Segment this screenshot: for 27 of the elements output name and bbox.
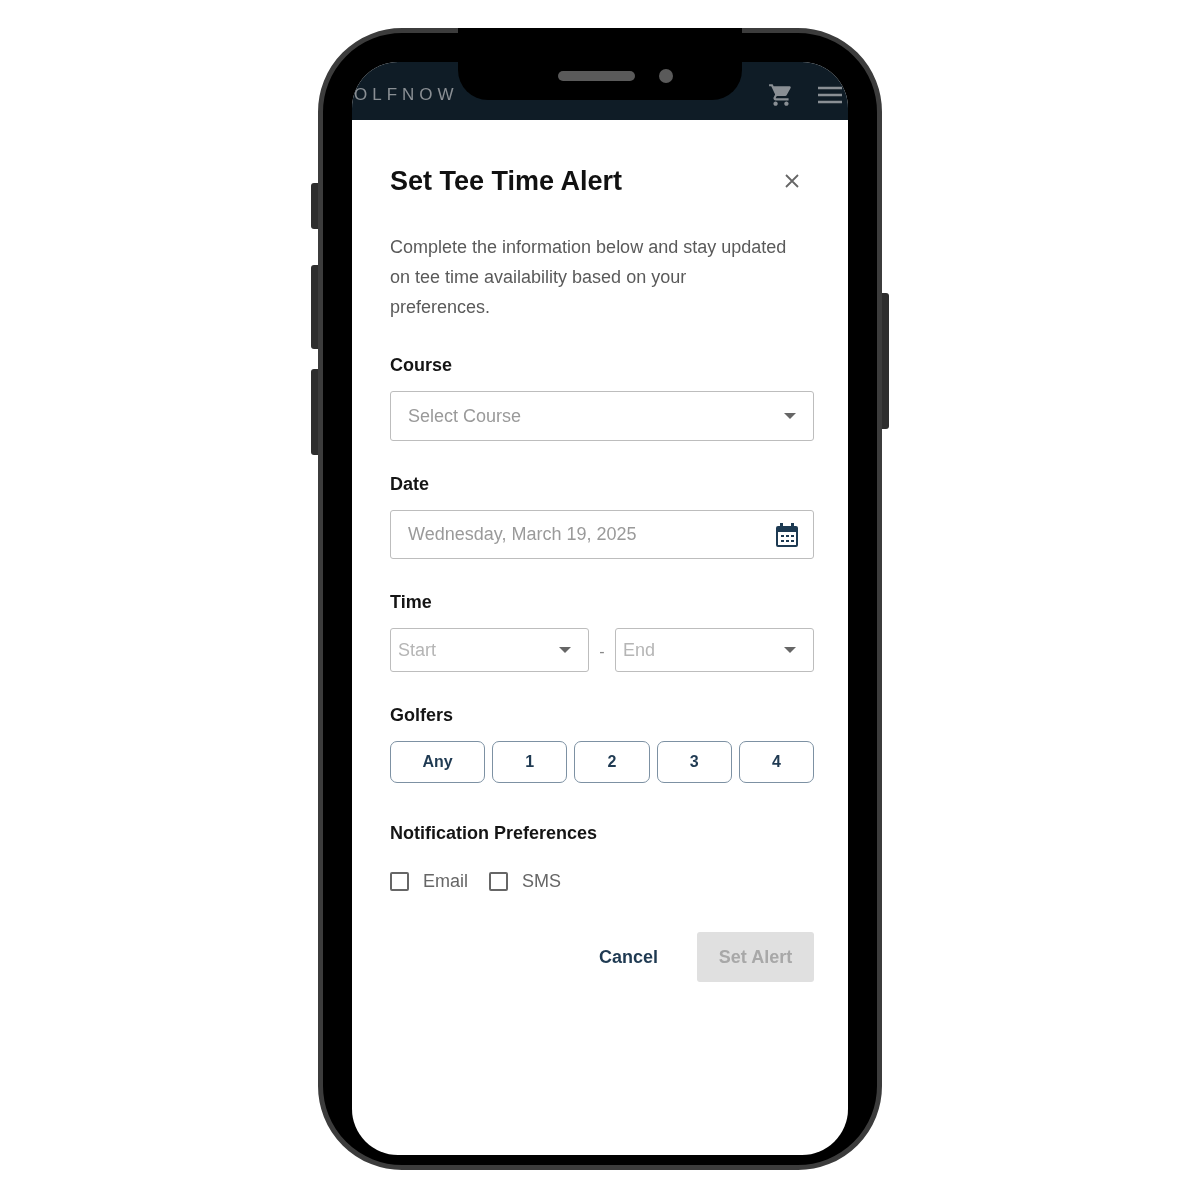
field-label: Course	[390, 354, 453, 376]
description-text: Complete the information below and stay updated on tee time availability based on your preferences.	[390, 236, 788, 319]
golfer-option[interactable]: 1	[492, 741, 568, 783]
golfer-option[interactable]: 3	[656, 741, 732, 783]
golfer-option[interactable]: Any	[390, 741, 485, 783]
golfer-option[interactable]: 2	[574, 741, 650, 783]
dialog-title: Set Tee Time Alert	[390, 165, 623, 197]
menu-icon[interactable]	[818, 86, 842, 104]
checkbox[interactable]	[489, 872, 508, 891]
range-separator: -	[598, 642, 606, 661]
golfer-option[interactable]: 4	[738, 741, 814, 783]
field-label: Date	[390, 473, 430, 495]
checkbox-label[interactable]: Email	[423, 871, 468, 892]
checkbox[interactable]	[390, 872, 409, 891]
calendar-icon[interactable]	[776, 522, 798, 547]
camera-dot	[659, 69, 673, 83]
caret-icon	[784, 413, 796, 419]
field-label: Golfers	[390, 704, 455, 726]
caret-icon	[559, 647, 571, 653]
checkbox-label[interactable]: SMS	[522, 871, 562, 892]
field-label: Time	[390, 591, 433, 613]
close-icon[interactable]	[785, 174, 799, 188]
caret-icon	[784, 647, 796, 653]
section-label: Notification Preferences	[390, 822, 599, 844]
cart-icon[interactable]	[768, 82, 794, 108]
logo-text: OLFNOW	[354, 84, 459, 105]
cancel-button[interactable]: Cancel	[583, 932, 673, 982]
